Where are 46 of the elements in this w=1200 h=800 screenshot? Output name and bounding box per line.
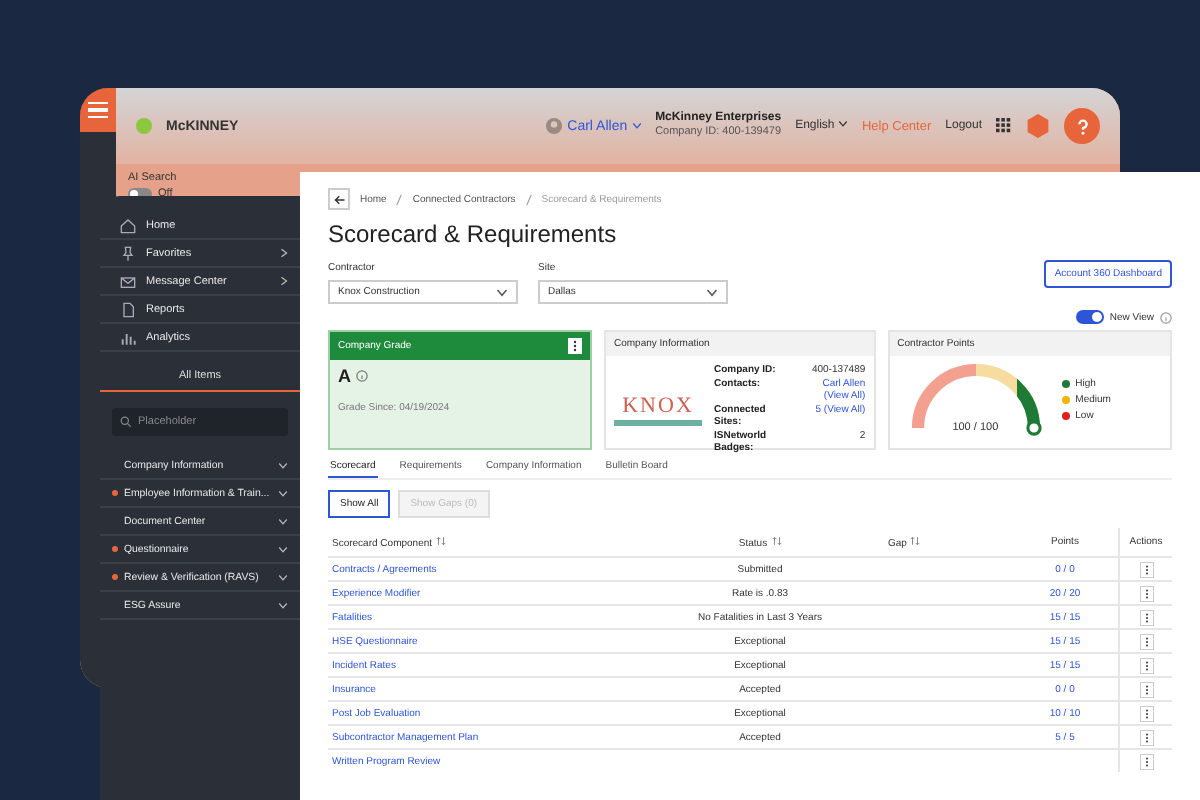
bar-chart-icon bbox=[120, 329, 136, 345]
apps-grid-icon[interactable] bbox=[996, 118, 1012, 134]
company-logo: KNOX bbox=[614, 393, 702, 425]
actions-button[interactable] bbox=[1139, 753, 1153, 769]
chevron-right-icon bbox=[280, 276, 288, 286]
actions-button[interactable] bbox=[1139, 633, 1153, 649]
chevron-down-icon bbox=[278, 601, 288, 609]
document-icon bbox=[120, 301, 136, 317]
sort-icon[interactable] bbox=[436, 535, 447, 545]
chevron-down-icon bbox=[278, 489, 288, 497]
grade-letter: A bbox=[338, 366, 351, 386]
actions-button[interactable] bbox=[1139, 561, 1153, 577]
menu-icon[interactable] bbox=[80, 88, 116, 132]
back-button[interactable] bbox=[328, 188, 350, 210]
arrow-left-icon bbox=[333, 193, 345, 205]
actions-button[interactable] bbox=[1139, 681, 1153, 697]
actions-button[interactable] bbox=[1139, 705, 1153, 721]
help-icon[interactable] bbox=[1064, 108, 1100, 144]
envelope-icon bbox=[120, 273, 136, 289]
chevron-down-icon bbox=[631, 121, 642, 129]
chevron-down-icon bbox=[278, 461, 288, 469]
chevron-down-icon bbox=[496, 287, 508, 297]
chevron-down-icon bbox=[278, 517, 288, 525]
pin-icon bbox=[120, 245, 136, 261]
more-icon[interactable] bbox=[568, 338, 582, 354]
actions-button[interactable] bbox=[1139, 609, 1153, 625]
chevron-down-icon bbox=[278, 573, 288, 581]
breadcrumb-separator bbox=[396, 193, 403, 205]
logo-icon bbox=[136, 118, 152, 134]
chevron-down-icon bbox=[278, 545, 288, 553]
chevron-down-icon bbox=[837, 120, 848, 128]
info-icon bbox=[1160, 311, 1172, 323]
info-icon bbox=[355, 370, 367, 382]
new-view-toggle[interactable] bbox=[1075, 310, 1104, 324]
chevron-right-icon bbox=[280, 248, 288, 258]
sort-icon[interactable] bbox=[910, 535, 921, 545]
home-icon bbox=[120, 217, 136, 233]
breadcrumb-separator bbox=[525, 193, 532, 205]
sort-icon[interactable] bbox=[771, 535, 782, 545]
actions-button[interactable] bbox=[1139, 729, 1153, 745]
actions-button[interactable] bbox=[1139, 657, 1153, 673]
actions-button[interactable] bbox=[1139, 585, 1153, 601]
chevron-down-icon bbox=[706, 287, 718, 297]
page-title: Scorecard & Requirements bbox=[328, 220, 619, 248]
search-icon bbox=[120, 416, 132, 428]
avatar-icon bbox=[545, 118, 562, 134]
